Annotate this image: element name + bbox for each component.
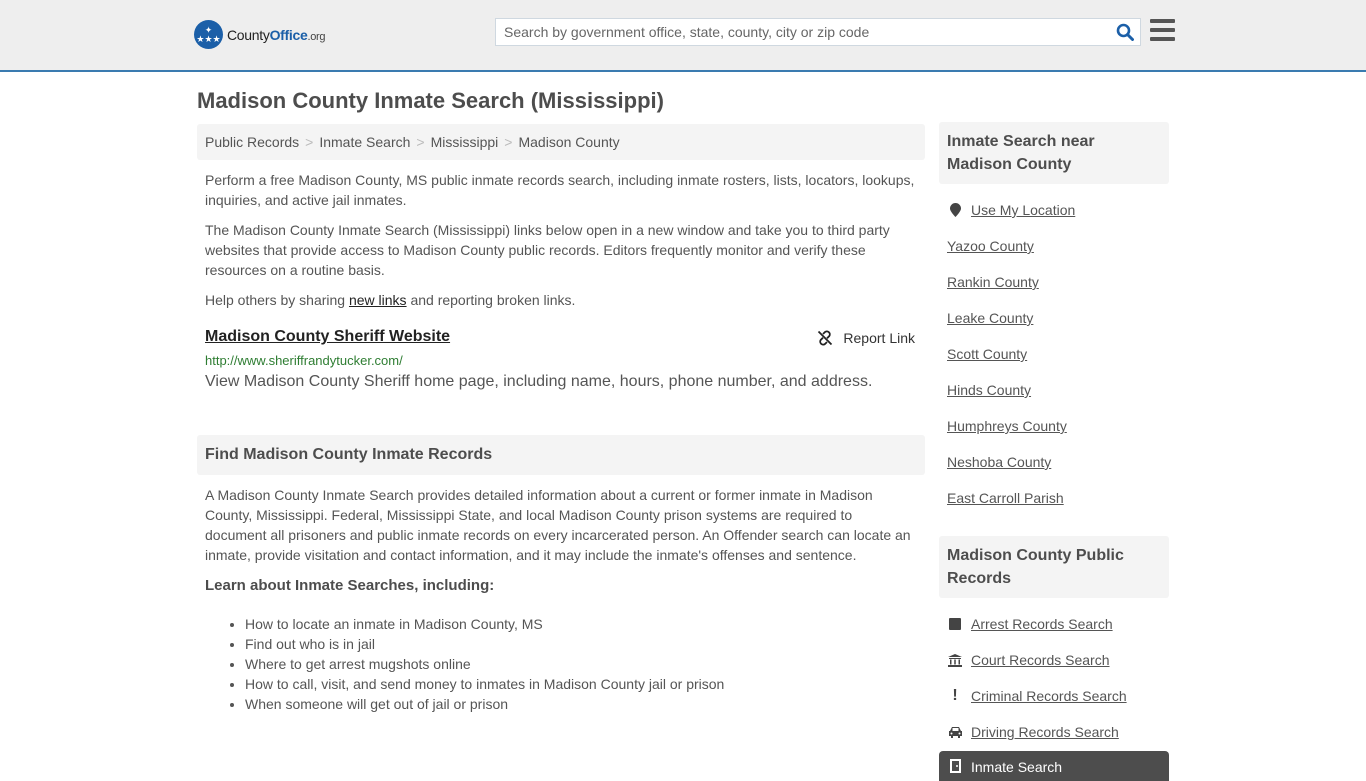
courthouse-icon (947, 653, 963, 667)
topic-item: How to call, visit, and send money to in… (245, 674, 925, 694)
search-icon (1116, 23, 1134, 41)
court-records-link[interactable]: Court Records Search (971, 652, 1110, 668)
nearby-item[interactable]: East Carroll Parish (939, 480, 1169, 516)
new-links-link[interactable]: new links (349, 292, 407, 308)
section-heading: Find Madison County Inmate Records (197, 435, 925, 475)
door-icon (947, 759, 963, 773)
records-item[interactable]: Court Records Search (939, 642, 1169, 678)
broken-link-icon (818, 330, 833, 346)
hamburger-menu-icon[interactable] (1150, 19, 1175, 41)
breadcrumb-public-records[interactable]: Public Records (205, 134, 299, 150)
breadcrumb-separator: > (504, 134, 513, 150)
nearby-item[interactable]: Humphreys County (939, 408, 1169, 444)
nearby-item[interactable]: Scott County (939, 336, 1169, 372)
square-icon (947, 618, 963, 630)
search-box (495, 18, 1141, 46)
search-button[interactable] (1110, 19, 1140, 45)
records-item[interactable]: ! Criminal Records Search (939, 678, 1169, 714)
topics-list: How to locate an inmate in Madison Count… (197, 614, 925, 714)
breadcrumb-current: Madison County (518, 134, 620, 150)
nearby-link-hinds[interactable]: Hinds County (947, 382, 1031, 398)
nearby-item[interactable]: Neshoba County (939, 444, 1169, 480)
breadcrumb-separator: > (305, 134, 314, 150)
intro-paragraph: Perform a free Madison County, MS public… (205, 172, 915, 208)
nearby-item[interactable]: Leake County (939, 300, 1169, 336)
nearby-link-scott[interactable]: Scott County (947, 346, 1027, 362)
nearby-heading: Inmate Search near Madison County (939, 122, 1169, 184)
criminal-records-link[interactable]: Criminal Records Search (971, 688, 1127, 704)
inmate-search-link[interactable]: Inmate Search (971, 759, 1062, 775)
result-item: Madison County Sheriff Website Report Li… (197, 328, 925, 391)
driving-records-link[interactable]: Driving Records Search (971, 724, 1119, 740)
topic-item: Find out who is in jail (245, 634, 925, 654)
nearby-link-neshoba[interactable]: Neshoba County (947, 454, 1051, 470)
learn-heading: Learn about Inmate Searches, including: (205, 577, 495, 594)
result-title-link[interactable]: Madison County Sheriff Website (205, 328, 450, 345)
nearby-link-humphreys[interactable]: Humphreys County (947, 418, 1067, 434)
nearby-item[interactable]: Hinds County (939, 372, 1169, 408)
site-header: ✦ ★★★ CountyOffice.org (0, 0, 1366, 72)
section-body: A Madison County Inmate Search provides … (205, 487, 911, 563)
records-item[interactable]: Arrest Records Search (939, 606, 1169, 642)
main-content: Madison County Inmate Search (Mississipp… (197, 72, 925, 714)
page-title: Madison County Inmate Search (Mississipp… (197, 88, 664, 113)
logo-eagle-icon: ✦ ★★★ (194, 20, 223, 49)
disclaimer-paragraph: The Madison County Inmate Search (Missis… (205, 222, 890, 278)
topic-item: Where to get arrest mugshots online (245, 654, 925, 674)
breadcrumb-separator: > (416, 134, 425, 150)
result-description: View Madison County Sheriff home page, i… (205, 373, 873, 390)
breadcrumb-inmate-search[interactable]: Inmate Search (319, 134, 410, 150)
search-input[interactable] (496, 19, 1110, 45)
use-my-location-link[interactable]: Use My Location (971, 202, 1075, 218)
public-records-heading: Madison County Public Records (939, 536, 1169, 598)
report-link-button[interactable]: Report Link (817, 330, 915, 346)
nearby-link-yazoo[interactable]: Yazoo County (947, 238, 1034, 254)
public-records-list: Arrest Records Search Court Records Sear… (939, 606, 1169, 781)
map-marker-icon (947, 203, 963, 217)
nearby-item[interactable]: Yazoo County (939, 228, 1169, 264)
logo[interactable]: ✦ ★★★ CountyOffice.org (194, 20, 326, 49)
sidebar: Inmate Search near Madison County Use My… (939, 122, 1169, 781)
nearby-item[interactable]: Rankin County (939, 264, 1169, 300)
exclamation-icon: ! (952, 687, 958, 704)
nearby-link-leake[interactable]: Leake County (947, 310, 1033, 326)
topic-item: When someone will get out of jail or pri… (245, 694, 925, 714)
nearby-link-east-carroll[interactable]: East Carroll Parish (947, 490, 1064, 506)
logo-text: CountyOffice.org (227, 26, 326, 43)
breadcrumb-mississippi[interactable]: Mississippi (431, 134, 499, 150)
use-my-location-item[interactable]: Use My Location (939, 192, 1169, 228)
arrest-records-link[interactable]: Arrest Records Search (971, 616, 1113, 632)
records-item-active[interactable]: Inmate Search (939, 751, 1169, 781)
breadcrumb: Public Records > Inmate Search > Mississip… (197, 124, 925, 160)
topic-item: How to locate an inmate in Madison Count… (245, 614, 925, 634)
records-item[interactable]: Driving Records Search (939, 714, 1169, 750)
nearby-list: Use My Location Yazoo County Rankin Coun… (939, 192, 1169, 516)
result-url[interactable]: http://www.sheriffrandytucker.com/ (205, 353, 917, 368)
nearby-link-rankin[interactable]: Rankin County (947, 274, 1039, 290)
help-paragraph: Help others by sharing new links and rep… (205, 292, 576, 308)
car-icon (947, 726, 963, 738)
